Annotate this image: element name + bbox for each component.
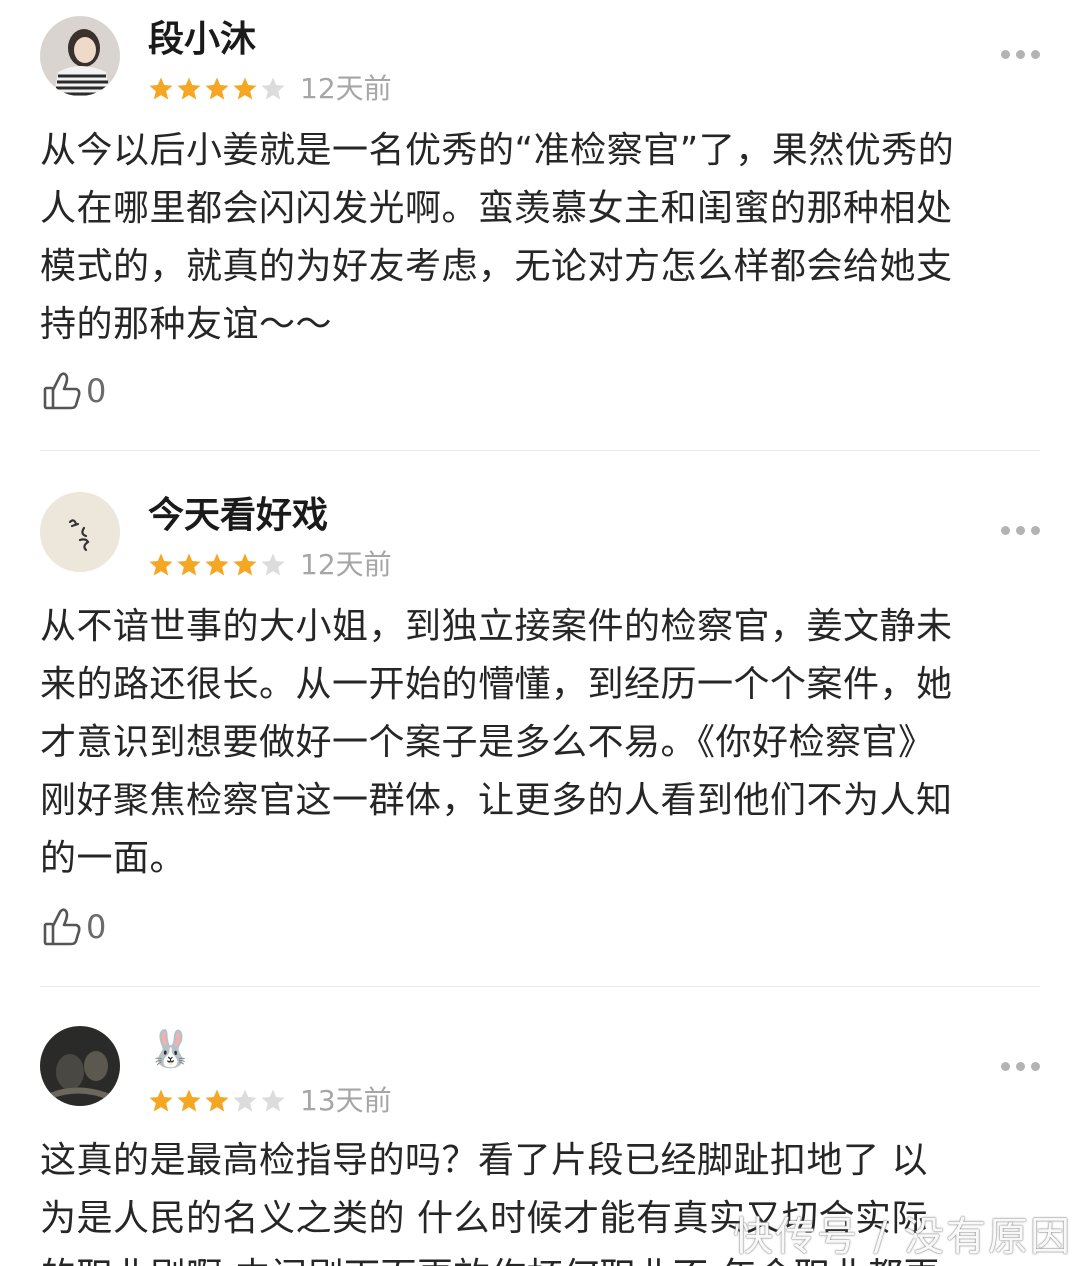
star-filled-icon bbox=[205, 1089, 229, 1112]
timestamp: 12天前 bbox=[300, 72, 392, 105]
star-filled-icon bbox=[205, 77, 229, 100]
like-count: 0 bbox=[86, 908, 107, 946]
star-filled-icon bbox=[177, 77, 201, 100]
star-filled-icon bbox=[149, 553, 173, 576]
rating-row: 13天前 bbox=[148, 1084, 392, 1118]
more-options-icon[interactable] bbox=[1001, 526, 1040, 535]
like-button[interactable]: 0 bbox=[42, 906, 106, 948]
timestamp: 13天前 bbox=[300, 1084, 392, 1117]
rating-row: 12天前 bbox=[148, 548, 392, 582]
thumbs-up-icon bbox=[43, 908, 81, 946]
star-filled-icon bbox=[205, 553, 229, 576]
star-filled-icon bbox=[177, 553, 201, 576]
star-filled-icon bbox=[149, 1089, 173, 1112]
like-button[interactable]: 0 bbox=[42, 370, 106, 412]
username[interactable]: 🐰 bbox=[148, 1028, 193, 1072]
username[interactable]: 今天看好戏 bbox=[148, 494, 328, 538]
avatar[interactable] bbox=[40, 16, 120, 96]
divider bbox=[40, 450, 1040, 451]
star-empty-icon bbox=[261, 77, 285, 100]
avatar[interactable] bbox=[40, 1026, 120, 1106]
rating-row: 12天前 bbox=[148, 72, 392, 106]
avatar[interactable] bbox=[40, 492, 120, 572]
timestamp: 12天前 bbox=[300, 548, 392, 581]
review-text: 从今以后小姜就是一名优秀的“准检察官”了，果然优秀的 人在哪里都会闪闪发光啊。蛮… bbox=[40, 130, 955, 345]
star-filled-icon bbox=[233, 77, 257, 100]
star-filled-icon bbox=[177, 1089, 201, 1112]
review-text: 从不谙世事的大小姐，到独立接案件的检察官，姜文静未 来的路还很长。从一开始的懵懂… bbox=[40, 606, 953, 879]
star-rating bbox=[148, 552, 286, 578]
star-empty-icon bbox=[233, 1089, 257, 1112]
star-empty-icon bbox=[261, 1089, 285, 1112]
star-filled-icon bbox=[149, 77, 173, 100]
more-options-icon[interactable] bbox=[1001, 1062, 1040, 1071]
thumbs-up-icon bbox=[43, 372, 81, 410]
star-filled-icon bbox=[233, 553, 257, 576]
star-empty-icon bbox=[261, 553, 285, 576]
star-rating bbox=[148, 76, 286, 102]
watermark: 快传号 / 没有原因 bbox=[733, 1214, 1072, 1260]
username[interactable]: 段小沐 bbox=[148, 18, 256, 62]
more-options-icon[interactable] bbox=[1001, 50, 1040, 59]
divider bbox=[40, 986, 1040, 987]
like-count: 0 bbox=[86, 372, 107, 410]
star-rating bbox=[148, 1088, 286, 1114]
